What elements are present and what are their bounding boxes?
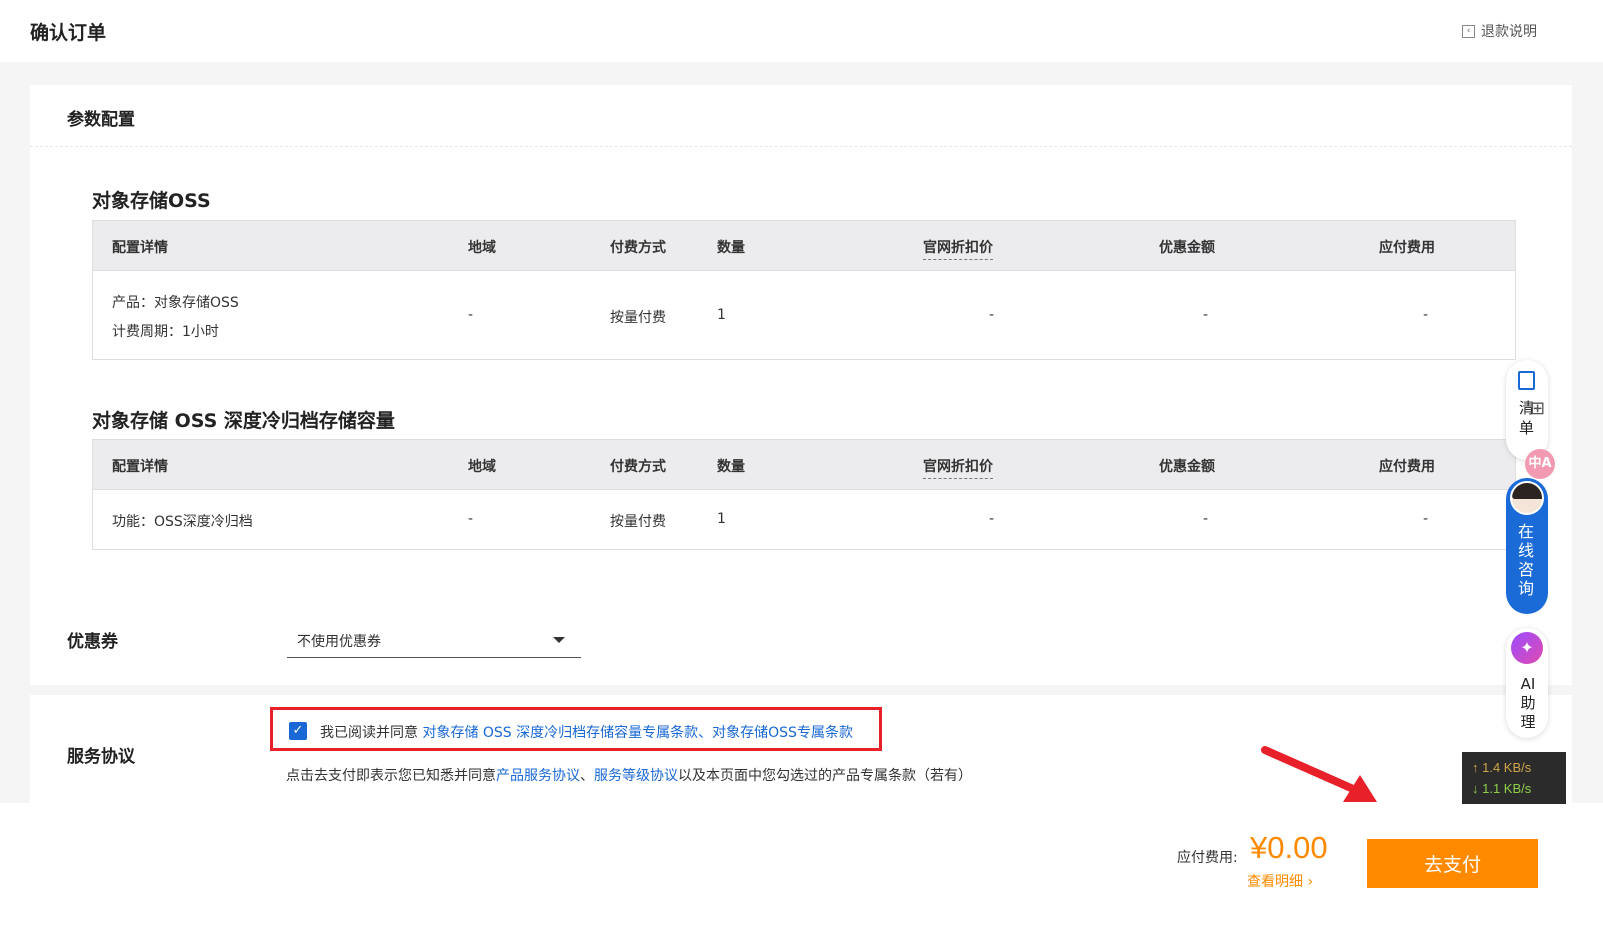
agree-text: 我已阅读并同意 对象存储 OSS 深度冷归档存储容量专属条款、对象存储OSS专属… [320,722,853,742]
cell-quantity: 1 [717,307,726,323]
checkmark-icon: ✓ [292,723,304,738]
params-card: 参数配置 对象存储OSS 配置详情 地域 付费方式 数量 官网折扣价 优惠金额 … [30,85,1572,597]
download-speed: ↓ 1.1 KB/s [1472,781,1532,796]
coupon-selected-value: 不使用优惠券 [297,634,381,650]
page-title: 确认订单 [30,22,107,44]
col-quantity: 数量 [717,459,745,475]
col-due: 应付费用 [1379,459,1435,475]
apps-grid-icon[interactable]: ⊞ [1530,398,1552,420]
notice-suffix: 以及本页面中您勾选过的产品专属条款（若有） [678,768,972,784]
cell-quantity: 1 [717,511,726,527]
chevron-right-icon: › [1307,874,1314,890]
upload-speed: ↑ 1.4 KB/s [1472,760,1532,775]
translate-icon[interactable]: 中A [1525,449,1555,479]
table-header: 配置详情 地域 付费方式 数量 官网折扣价 优惠金额 应付费用 [93,440,1515,490]
col-region: 地域 [468,240,496,256]
oss-terms-link[interactable]: 对象存储OSS专属条款 [712,725,853,741]
sla-link[interactable]: 服务等级协议 [594,768,678,784]
coupon-label: 优惠券 [67,632,118,652]
notice-prefix: 点击去支付即表示您已知悉并同意 [286,768,496,784]
pay-button[interactable]: 去支付 [1367,839,1538,888]
agreement-highlight-box: ✓ 我已阅读并同意 对象存储 OSS 深度冷归档存储容量专属条款、对象存储OSS… [270,707,882,751]
coupon-select[interactable]: 不使用优惠券 [287,627,581,658]
product-table: 配置详情 地域 付费方式 数量 官网折扣价 优惠金额 应付费用 功能：OSS深度… [92,439,1516,550]
cell-region: - [468,511,474,527]
col-config: 配置详情 [112,240,168,256]
product-service-agreement-link[interactable]: 产品服务协议 [496,768,580,784]
cell-discount: - [1203,307,1209,323]
config-line: 功能：OSS深度冷归档 [112,514,253,530]
col-list-price[interactable]: 官网折扣价 [923,456,993,479]
config-line: 计费周期：1小时 [112,324,219,340]
col-config: 配置详情 [112,459,168,475]
list-icon [1518,371,1535,390]
cell-payment: 按量付费 [610,514,666,530]
payment-notice: 点击去支付即表示您已知悉并同意产品服务协议、服务等级协议以及本页面中您勾选过的产… [286,765,972,785]
cell-due: - [1423,307,1429,323]
coupon-card: 优惠券 不使用优惠券 [30,597,1572,685]
table-row: 功能：OSS深度冷归档 - 按量付费 1 - - - [93,490,1515,549]
col-payment: 付费方式 [610,240,666,256]
refund-link[interactable]: ‹ 退款说明 [1462,21,1537,41]
chevron-down-icon [553,637,565,643]
cell-payment: 按量付费 [610,310,666,326]
col-list-price[interactable]: 官网折扣价 [923,237,993,260]
ai-label: AI助理 [1520,675,1536,731]
config-line: 产品：对象存储OSS [112,295,239,311]
ai-sparkle-icon: ✦ [1511,632,1543,664]
deep-archive-terms-link[interactable]: 对象存储 OSS 深度冷归档存储容量专属条款 [422,725,698,741]
col-payment: 付费方式 [610,459,666,475]
refund-link-label: 退款说明 [1481,24,1537,40]
col-region: 地域 [468,459,496,475]
avatar [1510,481,1544,515]
cell-due: - [1423,511,1429,527]
table-header: 配置详情 地域 付费方式 数量 官网折扣价 优惠金额 应付费用 [93,221,1515,271]
params-section-title: 参数配置 [67,110,135,130]
top-bar: 确认订单 ‹ 退款说明 [0,0,1603,62]
cell-list-price: - [989,307,995,323]
agree-separator: 、 [698,725,713,741]
network-speed-widget: ↑ 1.4 KB/s ↓ 1.1 KB/s [1462,752,1566,804]
sidebar-online-consult[interactable]: 在线咨询 [1506,478,1548,614]
service-label: 服务协议 [67,747,135,767]
product-table: 配置详情 地域 付费方式 数量 官网折扣价 优惠金额 应付费用 产品：对象存储O… [92,220,1516,360]
cell-discount: - [1203,511,1209,527]
table-row: 产品：对象存储OSS 计费周期：1小时 - 按量付费 1 - - - [93,271,1515,359]
agree-prefix: 我已阅读并同意 [320,725,418,741]
col-discount: 优惠金额 [1159,459,1215,475]
consult-label: 在线咨询 [1518,522,1535,598]
sidebar-ai-assistant[interactable]: ✦ AI助理 [1506,628,1548,738]
due-amount: ¥0.00 [1250,830,1328,865]
view-detail-label: 查看明细 [1247,874,1303,890]
col-discount: 优惠金额 [1159,240,1215,256]
cell-list-price: - [989,511,995,527]
translate-label: 中A [1528,456,1552,471]
refund-icon: ‹ [1462,24,1475,38]
avatar-hair [1512,483,1542,499]
due-label: 应付费用: [1177,850,1238,866]
divider [30,146,1572,147]
notice-separator: 、 [580,768,594,784]
product-title: 对象存储OSS [92,190,211,212]
col-quantity: 数量 [717,240,745,256]
footer-bar: 应付费用: ¥0.00 查看明细 › 去支付 [0,803,1603,946]
col-due: 应付费用 [1379,240,1435,256]
view-detail-link[interactable]: 查看明细 › [1247,871,1313,891]
agree-checkbox[interactable]: ✓ [289,722,307,740]
product-title: 对象存储 OSS 深度冷归档存储容量 [92,410,395,432]
cell-region: - [468,307,474,323]
red-arrow-annotation [1261,746,1377,802]
